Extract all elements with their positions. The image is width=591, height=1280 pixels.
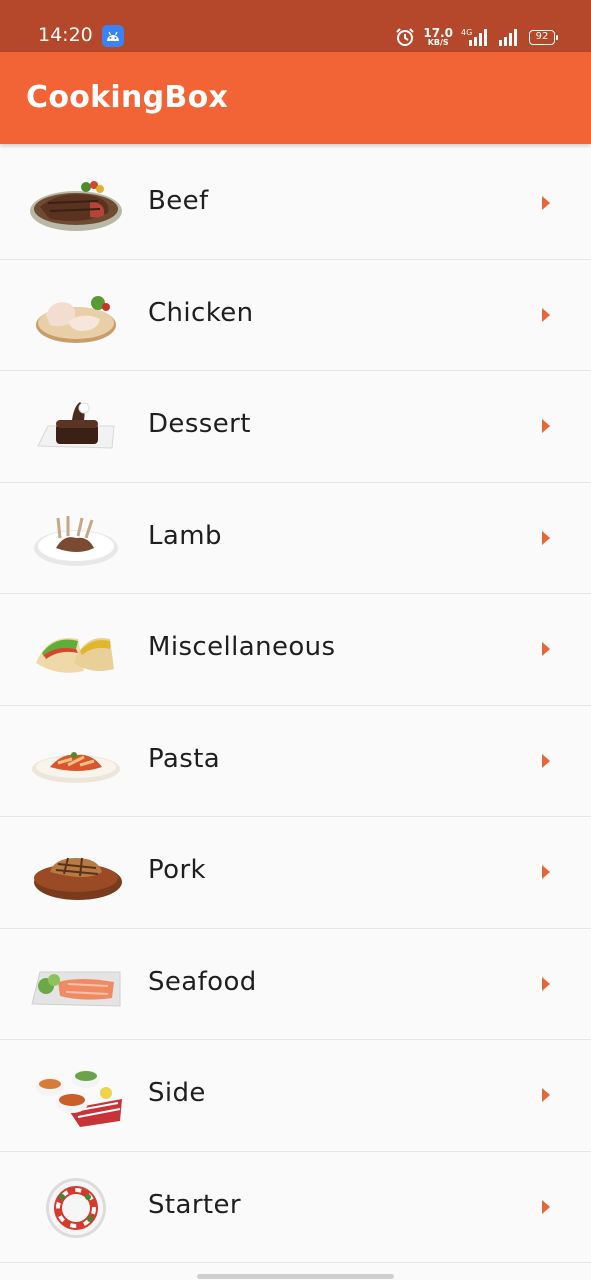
category-label: Lamb — [148, 520, 222, 551]
category-list: Beef Chicken Dessert Lamb Miscellaneous … — [0, 148, 591, 1263]
category-item-starter[interactable]: Starter — [0, 1151, 591, 1263]
chevron-right-icon — [542, 196, 550, 210]
category-item-side[interactable]: Side — [0, 1040, 591, 1152]
alarm-icon — [396, 28, 415, 46]
android-notification-icon — [102, 25, 124, 47]
category-item-beef[interactable]: Beef — [0, 148, 591, 260]
category-item-chicken[interactable]: Chicken — [0, 259, 591, 371]
category-label: Seafood — [148, 966, 257, 997]
category-item-dessert[interactable]: Dessert — [0, 371, 591, 483]
category-label: Miscellaneous — [148, 632, 336, 662]
app-title: CookingBox — [26, 80, 229, 115]
chevron-right-icon — [542, 307, 550, 322]
category-item-lamb[interactable]: Lamb — [0, 482, 591, 594]
chevron-right-icon — [542, 865, 550, 879]
tacos-image — [36, 638, 114, 673]
beef-steak-image — [30, 181, 122, 231]
category-item-pork[interactable]: Pork — [0, 817, 591, 929]
side-dishes-image — [36, 1070, 122, 1127]
category-item-seafood[interactable]: Seafood — [0, 928, 591, 1040]
signal-icon — [499, 29, 517, 46]
category-item-pasta[interactable]: Pasta — [0, 705, 591, 817]
app-bar: CookingBox — [0, 52, 591, 144]
starter-salad-image — [46, 1177, 106, 1238]
pork-image — [34, 857, 122, 900]
category-label: Beef — [148, 186, 209, 216]
status-time: 14:20 — [38, 24, 93, 46]
signal-4g-icon: 4G — [461, 28, 487, 46]
chevron-right-icon — [542, 419, 550, 433]
network-speed-unit: KB/S — [427, 38, 449, 47]
chevron-right-icon — [542, 976, 550, 991]
dessert-cake-image — [37, 402, 115, 449]
chicken-image — [36, 295, 116, 343]
network-type-label: 4G — [461, 28, 472, 37]
chevron-right-icon — [542, 530, 550, 545]
network-speed: 17.0 KB/S — [423, 27, 453, 47]
category-item-miscellaneous[interactable]: Miscellaneous — [0, 594, 591, 706]
pasta-image — [32, 751, 120, 783]
category-label: Pasta — [148, 743, 221, 774]
category-label: Chicken — [148, 297, 254, 328]
status-icons: 17.0 KB/S 4G 92 — [395, 24, 558, 50]
category-label: Side — [148, 1078, 206, 1108]
chevron-right-icon — [542, 753, 550, 768]
battery-icon: 92 — [529, 29, 558, 45]
chevron-right-icon — [542, 642, 550, 656]
chevron-right-icon — [542, 1199, 550, 1214]
chevron-right-icon — [542, 1088, 550, 1102]
category-label: Starter — [148, 1189, 242, 1220]
seafood-salmon-image — [31, 971, 121, 1007]
home-indicator[interactable] — [197, 1274, 394, 1279]
status-bar: 14:20 17.0 KB/S 4G 92 — [0, 0, 591, 52]
lamb-chops-image — [34, 515, 118, 566]
category-label: Dessert — [148, 409, 251, 439]
category-label: Pork — [148, 855, 207, 885]
